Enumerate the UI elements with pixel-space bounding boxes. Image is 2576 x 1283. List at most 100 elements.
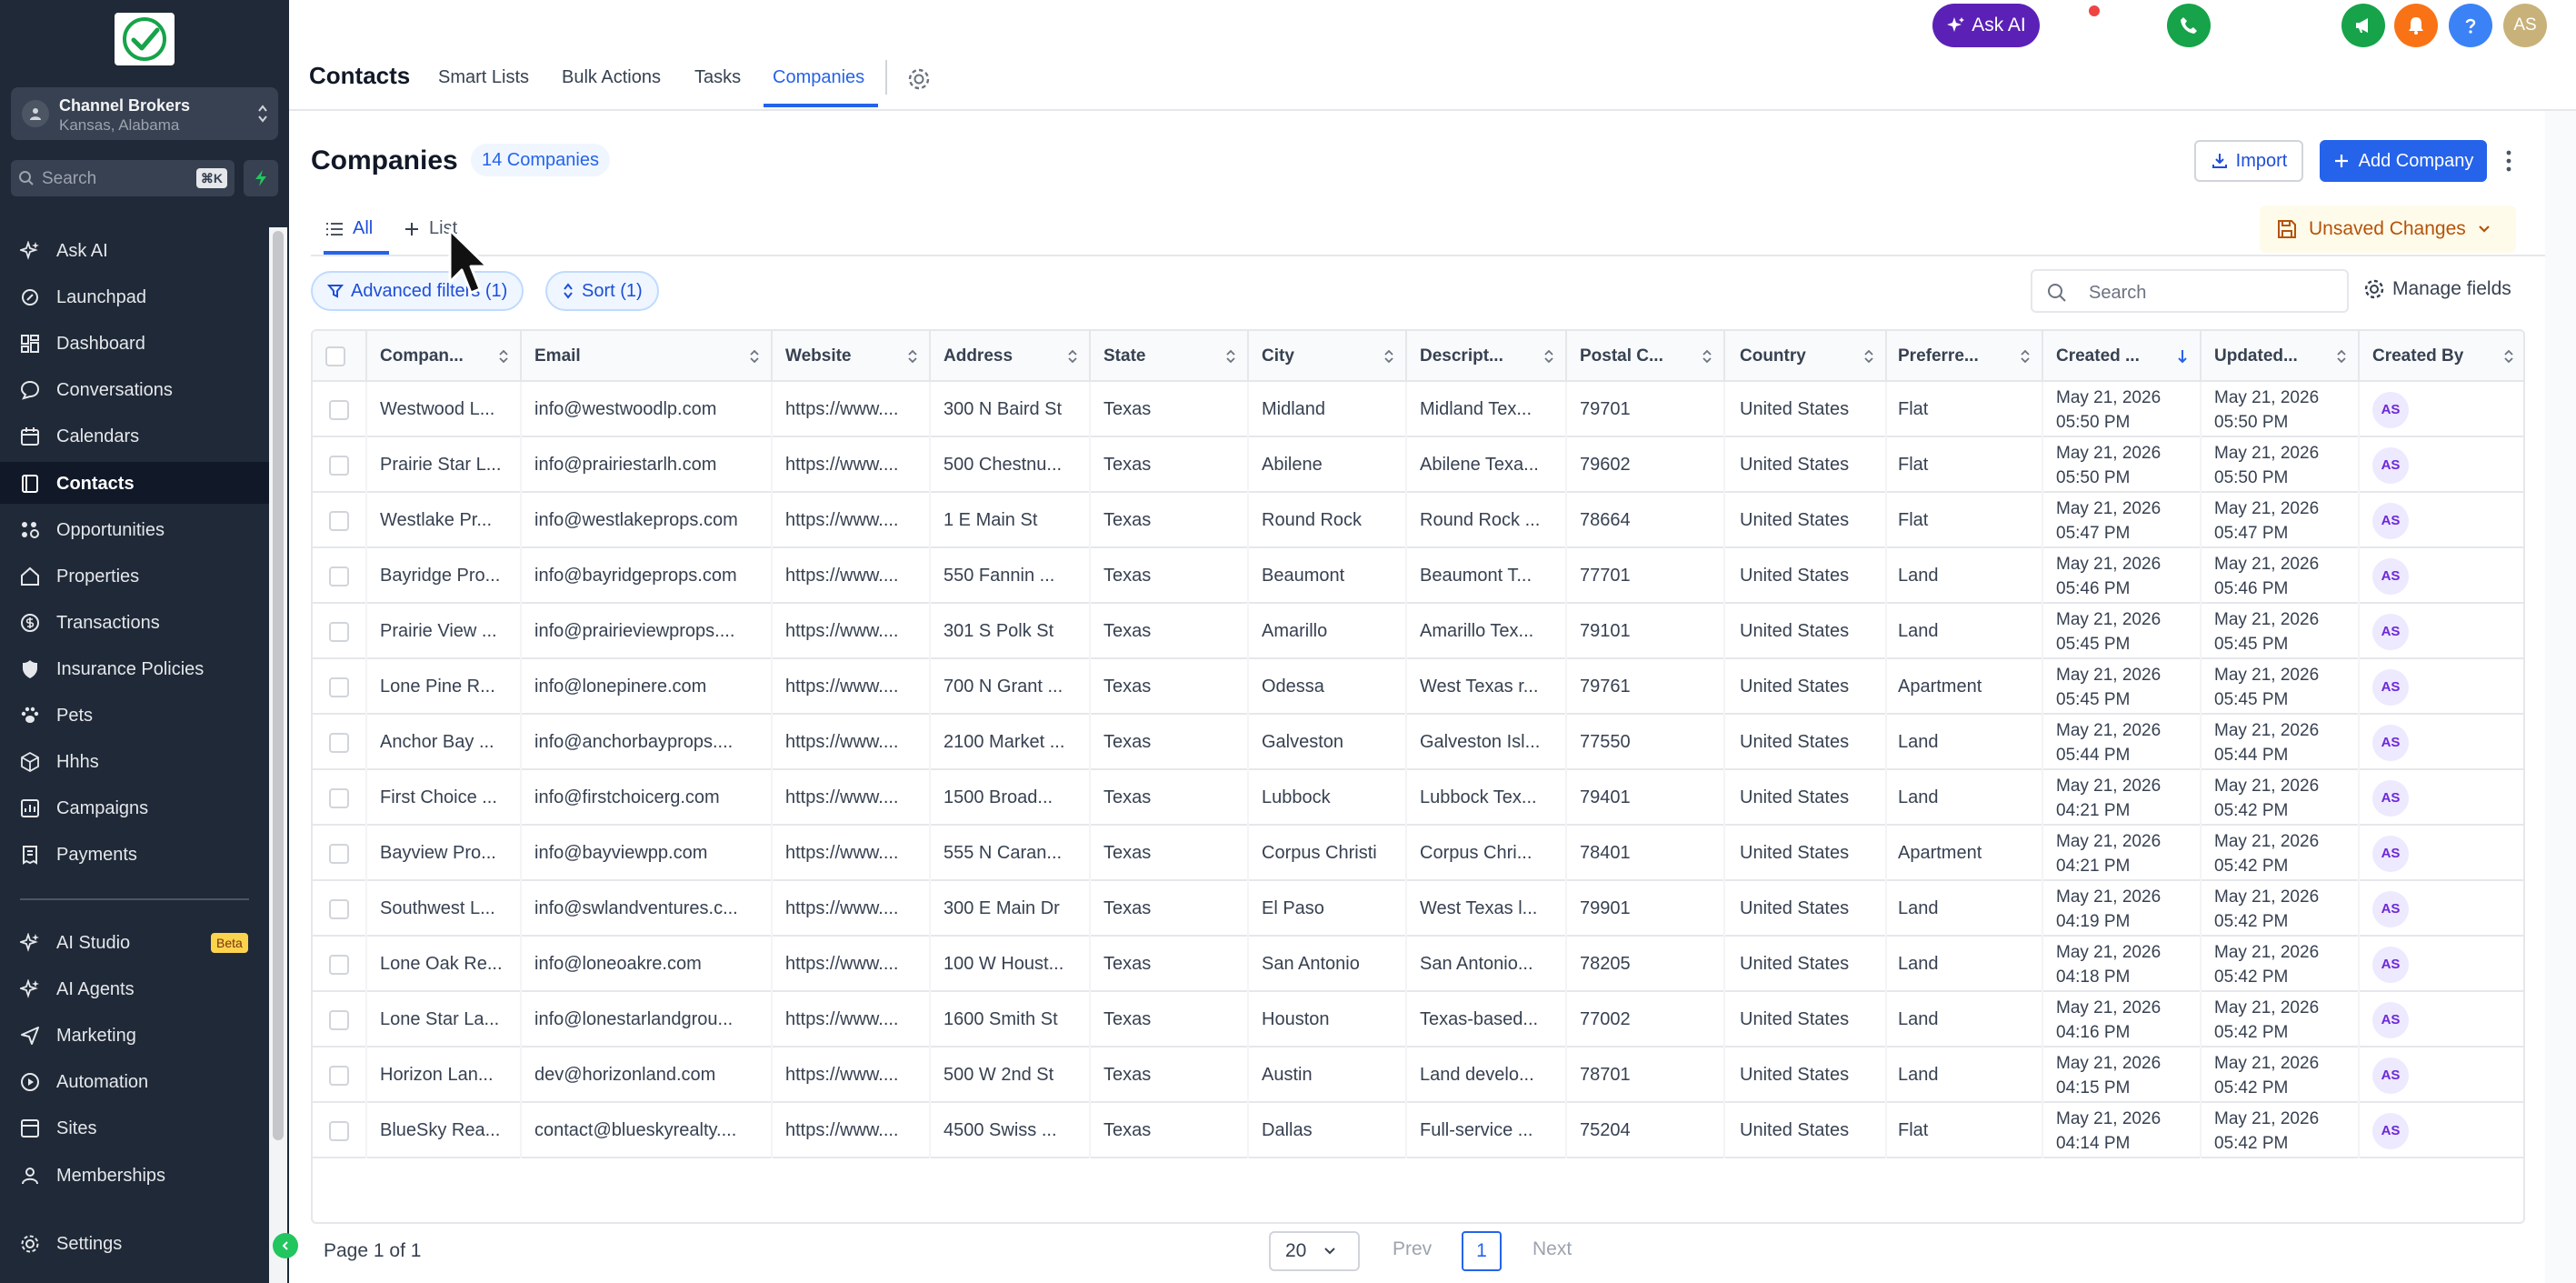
table-cell[interactable]: Horizon Lan...	[367, 1047, 522, 1103]
app-logo[interactable]	[115, 13, 175, 65]
table-cell[interactable]: info@bayviewpp.com	[522, 826, 773, 881]
next-page-button[interactable]: Next	[1533, 1238, 1572, 1260]
row-checkbox[interactable]	[329, 566, 349, 586]
column-header[interactable]: Updated...	[2202, 331, 2360, 382]
page-scrollbar[interactable]	[2545, 111, 2576, 1283]
table-cell[interactable]: BlueSky Rea...	[367, 1103, 522, 1158]
user-avatar[interactable]: AS	[2503, 4, 2547, 47]
sidebar-item-conversations[interactable]: Conversations	[0, 368, 269, 410]
sidebar-item-settings[interactable]: Settings	[0, 1222, 269, 1264]
table-row[interactable]: Southwest L... info@swlandventures.c... ht…	[313, 881, 2523, 937]
column-header[interactable]: Address	[931, 331, 1091, 382]
sidebar-item-opportunities[interactable]: Opportunities	[0, 508, 269, 550]
table-cell[interactable]: info@bayridgeprops.com	[522, 548, 773, 604]
table-cell[interactable]: info@westwoodlp.com	[522, 382, 773, 437]
column-header[interactable]: Compan...	[367, 331, 522, 382]
table-row[interactable]: Prairie Star L... info@prairiestarlh.com h…	[313, 437, 2523, 493]
table-row[interactable]: Lone Pine R... info@lonepinere.com https:/…	[313, 659, 2523, 715]
sidebar-item-launchpad[interactable]: Launchpad	[0, 276, 269, 317]
table-row[interactable]: Anchor Bay ... info@anchorbayprops.... htt…	[313, 715, 2523, 770]
more-options-icon[interactable]	[2503, 147, 2514, 175]
table-cell[interactable]: Prairie Star L...	[367, 437, 522, 493]
row-checkbox[interactable]	[329, 954, 349, 975]
add-company-button[interactable]: Add Company	[2320, 140, 2487, 182]
creator-avatar[interactable]: AS	[2372, 946, 2409, 983]
select-all-checkbox[interactable]	[325, 346, 345, 366]
row-checkbox[interactable]	[329, 898, 349, 919]
sidebar-item-calendars[interactable]: Calendars	[0, 415, 269, 456]
page-number-button[interactable]: 1	[1462, 1231, 1502, 1271]
table-cell[interactable]: Westlake Pr...	[367, 493, 522, 548]
table-cell[interactable]: info@swlandventures.c...	[522, 881, 773, 937]
table-cell[interactable]: Lone Pine R...	[367, 659, 522, 715]
column-header[interactable]: Created By	[2360, 331, 2523, 382]
row-checkbox[interactable]	[329, 1065, 349, 1086]
page-size-select[interactable]: 20	[1269, 1231, 1360, 1271]
sidebar-item-contacts[interactable]: Contacts	[0, 461, 269, 504]
table-cell[interactable]: https://www....	[773, 604, 931, 659]
table-cell[interactable]: https://www....	[773, 715, 931, 770]
creator-avatar[interactable]: AS	[2372, 779, 2409, 817]
table-cell[interactable]: https://www....	[773, 437, 931, 493]
creator-avatar[interactable]: AS	[2372, 724, 2409, 761]
table-cell[interactable]: https://www....	[773, 881, 931, 937]
row-checkbox[interactable]	[329, 1009, 349, 1030]
row-checkbox[interactable]	[329, 399, 349, 420]
table-cell[interactable]: Anchor Bay ...	[367, 715, 522, 770]
column-header[interactable]: Website	[773, 331, 931, 382]
import-button[interactable]: Import	[2194, 140, 2303, 182]
tab-smart-lists[interactable]: Smart Lists	[438, 67, 529, 88]
table-cell[interactable]: https://www....	[773, 1047, 931, 1103]
unsaved-changes-button[interactable]: Unsaved Changes	[2260, 205, 2516, 253]
sidebar-item-automation[interactable]: Automation	[0, 1060, 269, 1102]
manage-fields-button[interactable]: Manage fields	[2363, 278, 2511, 300]
table-cell[interactable]: Lone Star La...	[367, 992, 522, 1047]
column-header[interactable]: City	[1249, 331, 1407, 382]
ask-ai-button[interactable]: Ask AI	[1932, 4, 2040, 47]
table-row[interactable]: BlueSky Rea... contact@blueskyrealty.... h…	[313, 1103, 2523, 1158]
table-cell[interactable]: https://www....	[773, 937, 931, 992]
announcements-button[interactable]	[2341, 4, 2385, 47]
creator-avatar[interactable]: AS	[2372, 890, 2409, 927]
row-checkbox[interactable]	[329, 787, 349, 808]
view-tab-all[interactable]: All	[325, 218, 373, 239]
tab-bulk-actions[interactable]: Bulk Actions	[562, 67, 661, 88]
sidebar-item-payments[interactable]: Payments	[0, 833, 269, 875]
table-cell[interactable]: Lone Oak Re...	[367, 937, 522, 992]
sidebar-item-insurance-policies[interactable]: Insurance Policies	[0, 647, 269, 689]
notifications-button[interactable]	[2394, 4, 2438, 47]
table-cell[interactable]: Bayview Pro...	[367, 826, 522, 881]
table-row[interactable]: Lone Oak Re... info@loneoakre.com https://…	[313, 937, 2523, 992]
table-row[interactable]: Westlake Pr... info@westlakeprops.com http…	[313, 493, 2523, 548]
table-cell[interactable]: https://www....	[773, 1103, 931, 1158]
row-checkbox[interactable]	[329, 1120, 349, 1141]
column-header[interactable]: Country	[1727, 331, 1887, 382]
sidebar-item-ask-ai[interactable]: Ask AI	[0, 229, 269, 271]
help-button[interactable]	[2449, 4, 2492, 47]
sidebar-item-hhhs[interactable]: Hhhs	[0, 740, 269, 782]
sidebar-scrollbar[interactable]	[269, 227, 287, 1283]
table-cell[interactable]: info@firstchoicerg.com	[522, 770, 773, 826]
table-cell[interactable]: info@anchorbayprops....	[522, 715, 773, 770]
table-cell[interactable]: https://www....	[773, 659, 931, 715]
creator-avatar[interactable]: AS	[2372, 557, 2409, 595]
scrollbar-thumb[interactable]	[273, 231, 284, 1140]
table-cell[interactable]: dev@horizonland.com	[522, 1047, 773, 1103]
table-cell[interactable]: info@westlakeprops.com	[522, 493, 773, 548]
table-row[interactable]: Prairie View ... info@prairieviewprops...…	[313, 604, 2523, 659]
sidebar-item-sites[interactable]: Sites	[0, 1107, 269, 1148]
sidebar-item-transactions[interactable]: Transactions	[0, 601, 269, 643]
table-cell[interactable]: First Choice ...	[367, 770, 522, 826]
creator-avatar[interactable]: AS	[2372, 1001, 2409, 1038]
table-row[interactable]: Bayview Pro... info@bayviewpp.com https://…	[313, 826, 2523, 881]
table-cell[interactable]: https://www....	[773, 826, 931, 881]
creator-avatar[interactable]: AS	[2372, 446, 2409, 484]
sidebar-item-ai-studio[interactable]: AI Studio Beta	[0, 921, 269, 963]
table-cell[interactable]: info@loneoakre.com	[522, 937, 773, 992]
sidebar-item-campaigns[interactable]: Campaigns	[0, 787, 269, 828]
creator-avatar[interactable]: AS	[2372, 1112, 2409, 1149]
table-cell[interactable]: info@prairiestarlh.com	[522, 437, 773, 493]
row-checkbox[interactable]	[329, 677, 349, 697]
column-header[interactable]: State	[1091, 331, 1249, 382]
prev-page-button[interactable]: Prev	[1393, 1238, 1432, 1260]
